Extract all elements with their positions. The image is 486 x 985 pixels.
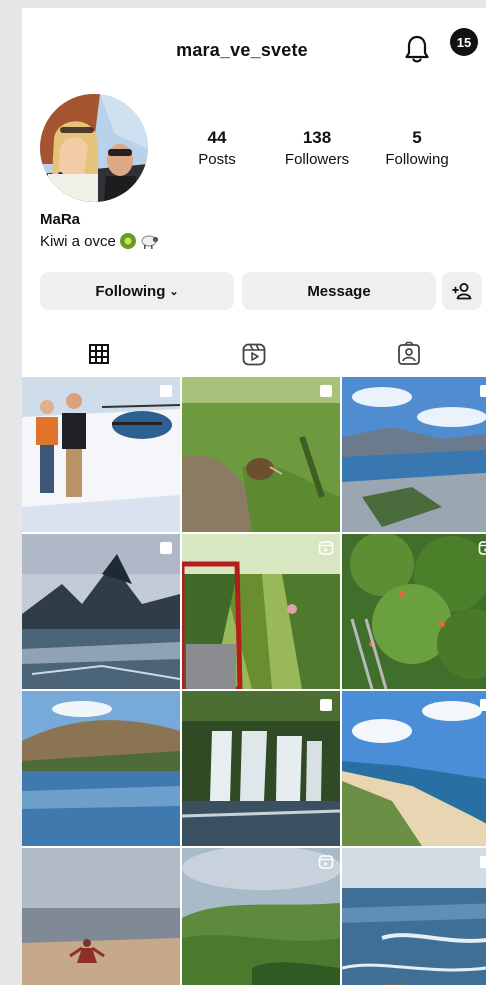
post-image [182,691,340,846]
profile-stats: 44 Posts 138 Followers 5 Following [172,128,472,178]
post-image [182,534,340,689]
stat-followers-value: 138 [302,128,332,147]
tab-posts-grid[interactable] [22,334,176,374]
grid-icon [89,344,109,364]
reel-icon [318,855,334,869]
carousel-icon [480,856,486,868]
post-image [342,377,486,532]
stat-following-value: 5 [412,128,422,147]
post-tile-peach-trees[interactable] [342,534,486,689]
top-bar: mara_ve_svete 15 [22,8,486,88]
post-image [22,377,180,532]
carousel-icon [480,385,486,397]
post-image [22,534,180,689]
post-image [182,377,340,532]
post-tile-kiwi-bird-grass[interactable] [182,377,340,532]
tab-tagged[interactable] [332,334,486,374]
carousel-icon [160,385,172,397]
sheep-icon [141,235,158,249]
carousel-icon [320,385,332,397]
message-button-label: Message [307,282,371,300]
profile-display-name: MaRa [40,211,81,228]
stat-posts[interactable]: 44 Posts [172,128,262,168]
post-image [22,691,180,846]
post-tile-green-hills[interactable] [182,848,340,985]
kiwi-fruit-icon [119,233,136,249]
notification-bell-icon[interactable] [404,34,430,64]
post-image [342,848,486,985]
post-tile-milford-sound[interactable] [22,534,180,689]
profile-bio-text: Kiwi a ovce [40,233,116,250]
tab-reels[interactable] [177,334,331,374]
stat-followers-label: Followers [284,151,350,168]
profile-username[interactable]: mara_ve_svete [22,40,462,61]
profile-screen: mara_ve_svete 15 44 Posts 138 Followers … [22,8,486,985]
post-image [342,534,486,689]
post-tile-waterfall[interactable] [182,691,340,846]
chevron-down-icon: ⌄ [169,285,179,298]
post-image [22,848,180,985]
message-button[interactable]: Message [242,272,436,310]
following-button-label: Following [95,282,166,300]
post-tile-helicopter-snow[interactable] [22,377,180,532]
carousel-icon [480,699,486,711]
stat-posts-value: 44 [207,128,227,147]
stat-following[interactable]: 5 Following [372,128,462,168]
stat-followers[interactable]: 138 Followers [272,128,362,168]
post-image [182,848,340,985]
post-tile-beach-person[interactable] [22,848,180,985]
carousel-icon [320,699,332,711]
post-tile-coast-beach[interactable] [342,691,486,846]
carousel-icon [160,542,172,554]
post-tile-lake-hills[interactable] [22,691,180,846]
suggest-people-button[interactable] [442,272,482,310]
following-button[interactable]: Following ⌄ [40,272,234,310]
post-tile-ocean-waves[interactable] [342,848,486,985]
post-tile-orchard-car[interactable] [182,534,340,689]
post-image [342,691,486,846]
avatar[interactable] [40,94,148,202]
tagged-icon [398,341,420,365]
post-tile-queenstown-lake[interactable] [342,377,486,532]
profile-tabs [22,334,486,376]
notification-count-badge: 15 [450,28,478,56]
reel-icon [478,541,486,555]
reels-icon [242,343,266,366]
add-person-icon [452,283,472,300]
profile-bio: Kiwi a ovce [40,233,159,250]
reel-icon [318,541,334,555]
stat-posts-label: Posts [198,151,236,168]
stat-following-label: Following [385,151,449,168]
